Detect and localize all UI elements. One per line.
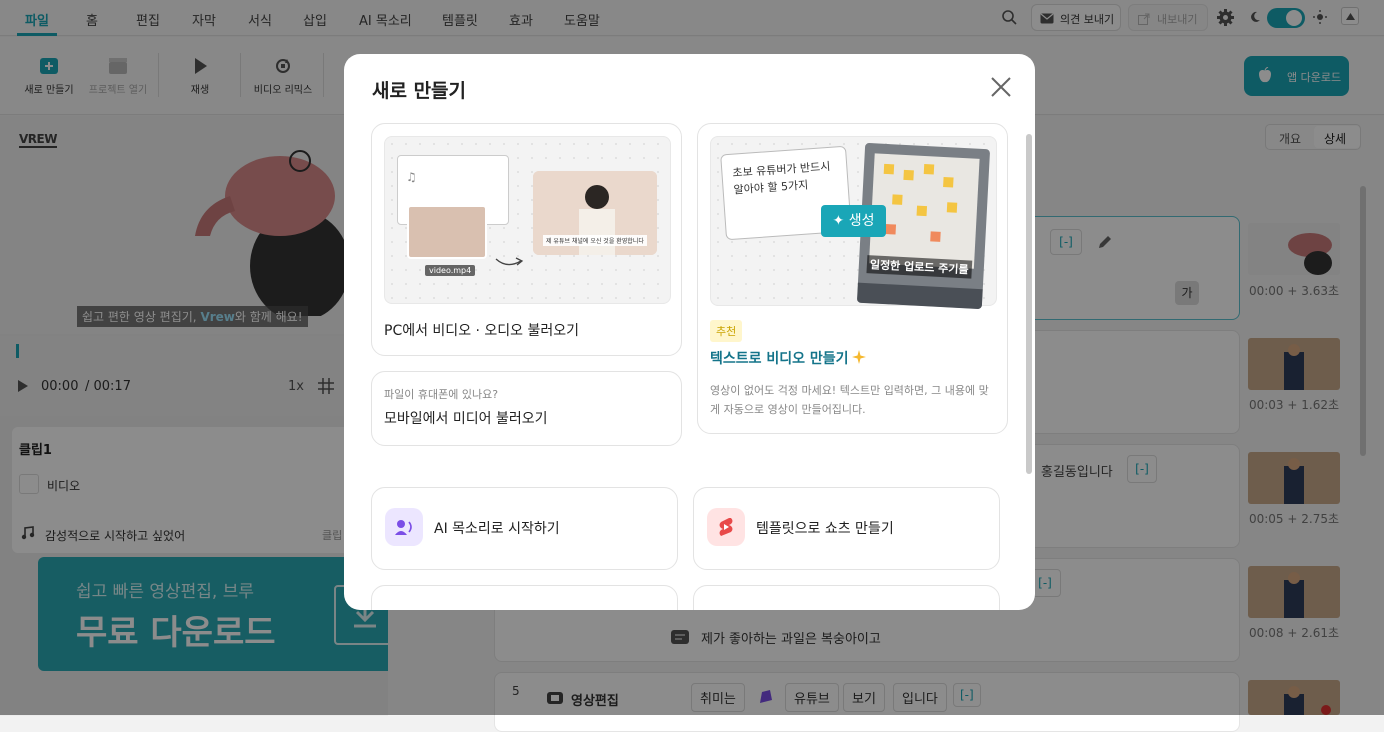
result-video: 제 유튜브 채널에 오신 것을 환영합니다: [533, 171, 657, 255]
result-caption: 제 유튜브 채널에 오신 것을 환영합니다: [543, 235, 647, 246]
shorts-icon: [707, 508, 745, 546]
text-to-video-illustration: 초보 유튜버가 반드시 알아야 할 5가지 일정한 업로드 주기를 ✦ 생성: [710, 136, 997, 310]
generate-button: ✦ 생성: [821, 205, 886, 237]
sparkle-icon: [852, 350, 866, 364]
ai-voice-icon: [385, 508, 423, 546]
mobile-import-sub: 파일이 휴대폰에 있나요?: [384, 388, 499, 401]
close-icon[interactable]: [990, 76, 1012, 98]
text-to-video-title: 텍스트로 비디오 만들기: [710, 351, 849, 367]
ai-voice-option[interactable]: AI 목소리로 시작하기: [371, 487, 678, 570]
sparkle-icon: ✦: [832, 213, 849, 229]
template-shorts-label: 템플릿으로 쇼츠 만들기: [756, 521, 894, 537]
ai-voice-option-label: AI 목소리로 시작하기: [434, 521, 560, 537]
modal-scrollbar[interactable]: [1026, 134, 1032, 474]
pc-import-label: PC에서 비디오 · 오디오 불러오기: [384, 323, 580, 339]
pc-import-illustration: ♫ video.mp4 제 유튜브 채널에 오신 것을 환영합니다: [384, 136, 671, 304]
template-shorts-option[interactable]: 템플릿으로 쇼츠 만들기: [693, 487, 1000, 570]
more-option-card[interactable]: [693, 585, 1000, 610]
video-thumbnail: [407, 205, 487, 259]
generate-label: 생성: [848, 213, 875, 229]
arrow-icon: [495, 257, 524, 266]
mobile-import-title: 모바일에서 미디어 불러오기: [384, 411, 548, 427]
text-to-video-card[interactable]: 초보 유튜버가 반드시 알아야 할 5가지 일정한 업로드 주기를 ✦ 생성 추…: [697, 123, 1008, 434]
modal-title: 새로 만들기: [372, 80, 467, 102]
file-tag: video.mp4: [425, 265, 476, 276]
mobile-import-card[interactable]: 파일이 휴대폰에 있나요? 모바일에서 미디어 불러오기: [371, 371, 682, 446]
note-text: 초보 유튜버가 반드시 알아야 할 5가지: [732, 159, 831, 197]
new-project-modal: 새로 만들기 ♫ video.mp4 제 유튜브 채널에 오신 것을 환영합니다…: [344, 54, 1035, 610]
more-option-card[interactable]: [371, 585, 678, 610]
text-to-video-desc: 영상이 없어도 걱정 마세요! 텍스트만 입력하면, 그 내용에 맞게 자동으로…: [710, 384, 989, 416]
pc-import-card[interactable]: ♫ video.mp4 제 유튜브 채널에 오신 것을 환영합니다 PC에서 비…: [371, 123, 682, 356]
recommend-badge: 추천: [710, 320, 743, 342]
music-note-icon: ♫: [406, 170, 417, 184]
